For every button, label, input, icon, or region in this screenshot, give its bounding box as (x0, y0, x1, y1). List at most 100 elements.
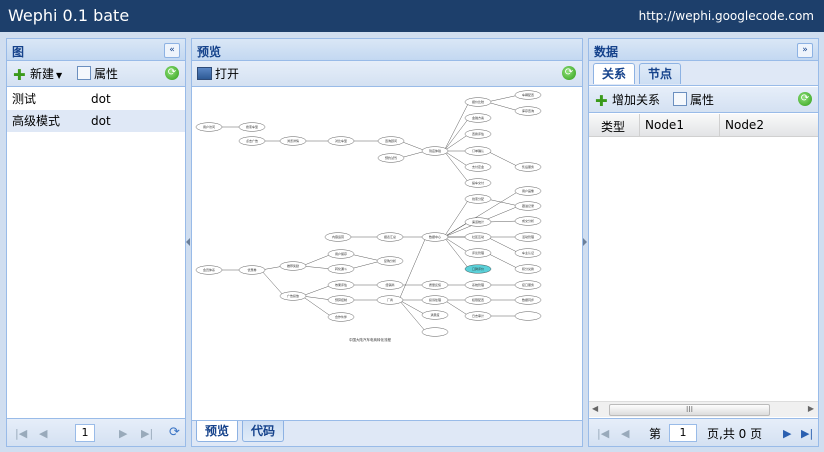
graph-edge (349, 253, 382, 262)
graph-node-label: 渠道统计 (472, 219, 484, 224)
graph-edge (399, 140, 427, 152)
graph-node-label: 积分兑换 (522, 266, 534, 271)
graph-edge (398, 299, 427, 333)
left-toolbar: ✚ 新建 ▼ 属性 ⟳ (7, 61, 185, 87)
properties-label: 属性 (94, 67, 119, 81)
graph-node-label: 优惠券 (247, 267, 256, 272)
graph-node-label: 效果评估 (335, 282, 347, 287)
app-url[interactable]: http://wephi.googlecode.com (639, 9, 814, 23)
graph-node-label: 满意度 (430, 312, 439, 317)
preview-toolbar: 打开 ⟳ (192, 61, 582, 87)
page-input[interactable]: 1 (669, 424, 697, 442)
graph-edge (486, 198, 520, 207)
refresh-icon[interactable]: ⟳ (165, 66, 179, 80)
column-divider[interactable] (719, 114, 720, 136)
panel-header: 图 « (7, 39, 185, 61)
graph-node[interactable] (421, 327, 449, 337)
graph-node-label: 搜索车型 (246, 124, 258, 129)
graph-node-label: 转化漏斗 (335, 266, 347, 271)
refresh-icon[interactable]: ⟳ (169, 425, 180, 440)
item-type: dot (91, 92, 111, 106)
graph-edge (398, 299, 427, 316)
add-relation-button[interactable]: ✚ 增加关系 (595, 92, 661, 109)
column-header-node2[interactable]: Node2 (725, 118, 764, 132)
panel-title: 图 (12, 45, 25, 59)
graph-edge (260, 269, 285, 297)
list-item[interactable]: 高级模式 dot (7, 110, 185, 132)
graph-edge (301, 295, 333, 318)
graph-node-label: 车辆配置 (522, 92, 534, 97)
plus-icon: ✚ (13, 66, 26, 84)
graph-edge (443, 150, 470, 168)
new-button[interactable]: ✚ 新建 ▼ (13, 66, 63, 84)
graph-edge (486, 101, 520, 112)
graph-edge (398, 236, 427, 301)
first-page-icon[interactable]: |◀ (597, 427, 609, 440)
tab-nodes[interactable]: 节点 (639, 63, 682, 84)
relations-toolbar: ✚ 增加关系 属性 ⟳ (589, 87, 818, 113)
properties-button[interactable]: 属性 (77, 66, 118, 82)
next-page-icon[interactable]: ▶ (783, 427, 791, 440)
column-divider[interactable] (639, 114, 640, 136)
graph-node-label: 会员体系 (203, 267, 215, 272)
graph-node-label: 成交分析 (522, 218, 534, 223)
collapse-left-icon[interactable] (186, 238, 190, 246)
next-page-icon[interactable]: ▶ (119, 427, 127, 440)
graph-list-panel: 图 « ✚ 新建 ▼ 属性 ⟳ 测试 dot 高级模式 dot |◀ ◀ 1 ▶ ▶… (6, 38, 186, 447)
tab-preview[interactable]: 预览 (196, 421, 239, 442)
image-icon (197, 67, 212, 80)
graph-edge (301, 265, 333, 270)
prev-page-icon[interactable]: ◀ (621, 427, 629, 440)
graph-node-label: 报表汇总 (384, 234, 396, 239)
open-label: 打开 (215, 67, 240, 81)
first-page-icon[interactable]: |◀ (15, 427, 27, 440)
graph-node-label: 点击广告 (246, 138, 258, 143)
horizontal-scrollbar[interactable]: ◀ III ▶ (589, 401, 818, 417)
graph-node-label: 用户画像 (522, 188, 534, 193)
graph-node-label: 跟进记录 (522, 203, 534, 208)
graph-edge (486, 94, 520, 103)
properties-button[interactable]: 属性 (673, 92, 714, 108)
graph-edge (399, 150, 427, 159)
open-button[interactable]: 打开 (197, 66, 239, 82)
data-tabstrip: 关系 节点 (589, 61, 818, 86)
add-relation-label: 增加关系 (612, 93, 661, 107)
column-header-type[interactable]: 类型 (601, 118, 625, 135)
graph-edge (301, 295, 333, 301)
graph-edge (301, 253, 333, 267)
scroll-right-icon[interactable]: ▶ (808, 404, 814, 413)
panel-header: 数据 » (589, 39, 818, 61)
graph-node-label: 权限配置 (472, 297, 484, 302)
page-input[interactable]: 1 (75, 424, 95, 442)
graph-node[interactable] (514, 311, 542, 321)
graph-node-label: 广告投放 (287, 293, 299, 298)
scroll-left-icon[interactable]: ◀ (592, 404, 598, 413)
item-name: 高级模式 (12, 114, 61, 128)
grid-header: 类型 Node1 Node2 (589, 114, 818, 137)
refresh-icon[interactable]: ⟳ (798, 92, 812, 106)
graph-node-label: 投诉处理 (429, 297, 441, 302)
prev-page-icon[interactable]: ◀ (39, 427, 47, 440)
last-page-icon[interactable]: ▶| (801, 427, 813, 440)
app-title: Wephi 0.1 bate (8, 6, 130, 25)
graph-node-label: 用户访问 (203, 124, 215, 129)
graph-node-label: 社区互动 (472, 234, 484, 239)
last-page-icon[interactable]: ▶| (141, 427, 153, 440)
graph-edge (443, 299, 470, 317)
collapse-right-icon[interactable] (583, 238, 587, 246)
tab-relations[interactable]: 关系 (593, 63, 636, 84)
dropdown-arrow-icon: ▼ (56, 71, 63, 80)
tab-code[interactable]: 代码 (242, 421, 285, 442)
list-item[interactable]: 测试 dot (7, 88, 185, 110)
double-chevron-left-icon[interactable]: « (164, 43, 180, 58)
graph-edge (443, 221, 470, 238)
double-chevron-right-icon[interactable]: » (797, 43, 813, 58)
refresh-icon[interactable]: ⟳ (562, 66, 576, 80)
column-header-node1[interactable]: Node1 (645, 118, 684, 132)
graph-node-label: 厂商 (387, 297, 393, 302)
graph-node-label: 口碑评价 (472, 266, 484, 271)
item-type: dot (91, 114, 111, 128)
graph-node-label: 预算控制 (335, 297, 347, 302)
page-prefix: 第 (649, 427, 662, 441)
scroll-thumb[interactable]: III (609, 404, 770, 416)
